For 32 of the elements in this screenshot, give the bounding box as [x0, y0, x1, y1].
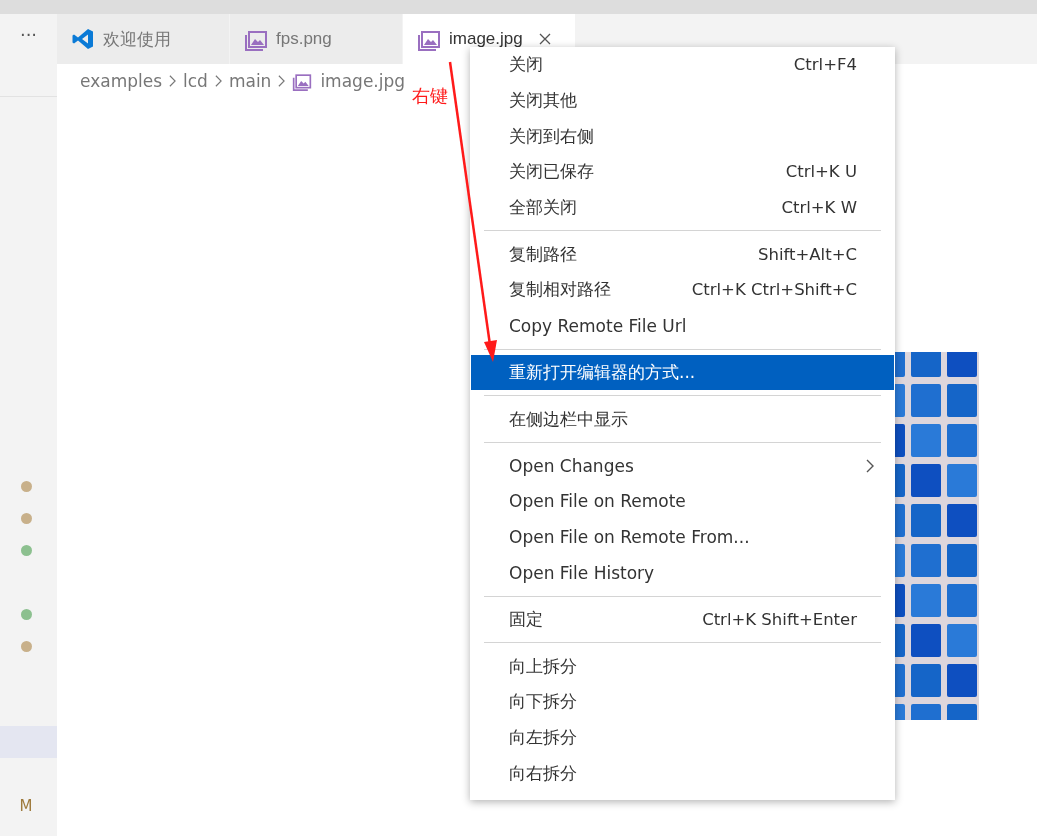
menu-item[interactable]: 向下拆分	[471, 684, 894, 720]
breadcrumb-item[interactable]: main	[228, 70, 272, 91]
app-logo-icon	[71, 27, 95, 51]
menu-item[interactable]: 重新打开编辑器的方式...	[471, 354, 894, 391]
menu-item[interactable]: 关闭其他	[471, 82, 894, 119]
breadcrumb-item[interactable]: image.jpg	[292, 70, 406, 91]
menu-item[interactable]: 向上拆分	[471, 648, 894, 684]
editor-tab[interactable]: fps.png	[230, 14, 403, 64]
menu-item[interactable]: 关闭已保存 Ctrl+K U	[471, 154, 894, 190]
modified-label: M	[19, 797, 33, 815]
annotation-label: 右键	[412, 84, 448, 108]
chevron-icon	[213, 73, 223, 88]
menu-item[interactable]: 全部关闭 Ctrl+K W	[471, 189, 894, 226]
menu-item[interactable]: Open File on Remote From...	[471, 519, 894, 555]
breadcrumb-item[interactable]: lcd	[183, 70, 208, 91]
menu-item[interactable]: 固定 Ctrl+K Shift+Enter	[471, 601, 894, 638]
menu-item[interactable]: 向左拆分	[471, 719, 894, 756]
menu-item[interactable]: Open File History	[471, 554, 894, 591]
menu-item[interactable]: 在侧边栏中显示	[471, 401, 894, 437]
breadcrumb-item[interactable]: examples	[80, 70, 163, 91]
close-icon[interactable]	[538, 33, 551, 45]
menu-item[interactable]: Copy Remote File Url	[471, 307, 894, 344]
menu-item[interactable]: 关闭到右侧	[471, 118, 894, 155]
chevron-icon	[277, 73, 287, 88]
menu-item[interactable]: 向右拆分	[471, 755, 894, 792]
more-icon[interactable]: ···	[19, 26, 38, 44]
menu-item[interactable]: Open File on Remote	[471, 483, 894, 520]
menu-item[interactable]: Open Changes	[471, 447, 894, 484]
editor-tab[interactable]: 欢迎使用	[57, 14, 230, 64]
chevron-icon	[168, 73, 178, 88]
menu-item[interactable]: 复制相对路径 Ctrl+K Ctrl+Shift+C	[471, 272, 894, 308]
menu-item[interactable]: 复制路径 Shift+Alt+C	[471, 236, 894, 273]
